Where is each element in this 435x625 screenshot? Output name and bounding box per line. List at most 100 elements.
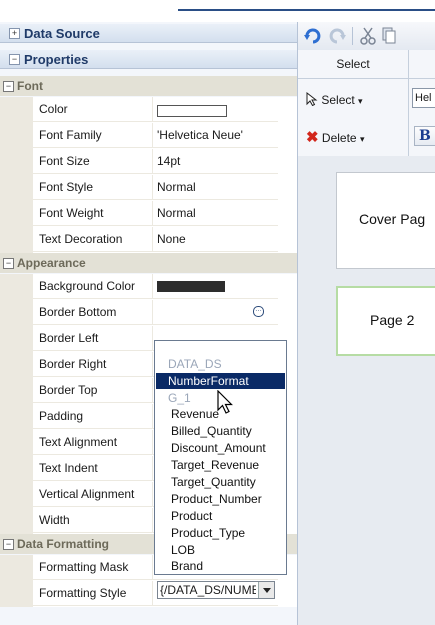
section-properties[interactable]: − Properties	[0, 50, 297, 69]
row-gutter	[0, 227, 33, 253]
prop-row-color[interactable]: Color	[0, 97, 297, 123]
prop-row-font-weight[interactable]: Font Weight Normal	[0, 201, 297, 227]
row-gutter	[0, 482, 33, 508]
expand-icon[interactable]: +	[9, 28, 20, 39]
prop-value[interactable]: None	[153, 227, 278, 252]
ribbon-tab-next[interactable]	[409, 50, 435, 79]
row-gutter	[0, 123, 33, 149]
collapse-icon[interactable]: −	[9, 54, 20, 65]
dropdown-item-selected[interactable]: NumberFormat	[156, 373, 285, 389]
collapse-icon[interactable]: −	[3, 539, 14, 550]
ribbon: Select Select ▾ ✖ Delete ▾ Hel B	[298, 50, 435, 157]
chevron-down-icon: ▾	[358, 96, 363, 106]
dropdown-item[interactable]: Billed_Quantity	[171, 424, 252, 438]
delete-button[interactable]: ✖ Delete ▾	[306, 128, 364, 146]
prop-name: Formatting Mask	[33, 555, 153, 580]
prop-value-color[interactable]	[153, 97, 278, 122]
row-gutter	[0, 430, 33, 456]
row-gutter	[0, 581, 33, 607]
select-button[interactable]: Select ▾	[306, 91, 363, 107]
page-thumb-label: Page 2	[370, 312, 415, 328]
prop-row-font-style[interactable]: Font Style Normal	[0, 175, 297, 201]
mouse-pointer-icon	[217, 390, 233, 414]
prop-name: Border Bottom	[33, 300, 153, 325]
top-divider	[178, 9, 435, 11]
dropdown-item[interactable]: Revenue	[171, 407, 219, 421]
prop-value[interactable]: Normal	[153, 175, 278, 200]
prop-name: Padding	[33, 404, 153, 429]
prop-name: Border Left	[33, 326, 153, 351]
row-gutter	[0, 352, 33, 378]
row-gutter	[0, 326, 33, 352]
color-swatch[interactable]	[157, 105, 227, 117]
dropdown-item[interactable]: Product_Type	[171, 526, 245, 540]
color-swatch[interactable]	[157, 281, 225, 292]
group-font-label: Font	[17, 79, 43, 93]
page-thumb-label: Cover Pag	[359, 211, 426, 227]
prop-name: Font Style	[33, 175, 153, 200]
dropdown-item[interactable]: Target_Revenue	[171, 458, 259, 472]
prop-row-border-bottom[interactable]: Border Bottom …	[0, 300, 297, 326]
group-data-formatting-label: Data Formatting	[17, 537, 110, 551]
prop-row-background-color[interactable]: Background Color	[0, 274, 297, 300]
prop-value[interactable]: 'Helvetica Neue'	[153, 123, 278, 148]
prop-name: Font Family	[33, 123, 153, 148]
top-strip	[0, 0, 435, 22]
prop-name: Border Right	[33, 352, 153, 377]
arrow-pointer-icon	[306, 91, 318, 107]
prop-value[interactable]: …	[153, 300, 278, 325]
dropdown-group-label: G_1	[168, 391, 191, 405]
collapse-icon[interactable]: −	[3, 81, 14, 92]
page-thumb-page2[interactable]: Page 2	[336, 286, 435, 356]
toolbar-separator	[352, 27, 353, 45]
row-gutter	[0, 456, 33, 482]
row-gutter	[0, 300, 33, 326]
collapse-icon[interactable]: −	[3, 258, 14, 269]
formatting-mask-combo[interactable]: {/DATA_DS/NUME	[157, 581, 275, 599]
bold-button[interactable]: B	[414, 126, 435, 146]
dropdown-item[interactable]: Discount_Amount	[171, 441, 266, 455]
field-dropdown-list[interactable]: DATA_DS NumberFormat G_1 Revenue Billed_…	[154, 340, 287, 575]
prop-name: Width	[33, 508, 153, 533]
cut-icon[interactable]	[360, 27, 376, 45]
prop-name: Text Indent	[33, 456, 153, 481]
delete-x-icon: ✖	[306, 129, 319, 146]
dropdown-item[interactable]: Product	[171, 509, 212, 523]
dropdown-group-label: DATA_DS	[168, 357, 222, 371]
undo-icon[interactable]	[304, 28, 322, 44]
font-name-combo[interactable]: Hel	[412, 88, 435, 108]
edit-border-icon[interactable]: …	[253, 306, 264, 317]
section-data-source[interactable]: + Data Source	[0, 24, 297, 43]
ribbon-separator	[408, 78, 409, 156]
row-gutter	[0, 508, 33, 534]
row-gutter	[0, 274, 33, 300]
prop-value-background[interactable]	[153, 274, 278, 299]
ribbon-tab-select[interactable]: Select	[298, 50, 409, 79]
group-font[interactable]: − Font	[0, 76, 297, 96]
row-gutter	[0, 378, 33, 404]
prop-row-font-family[interactable]: Font Family 'Helvetica Neue'	[0, 123, 297, 149]
page-thumb-cover[interactable]: Cover Pag	[336, 172, 435, 269]
prop-name: Background Color	[33, 274, 153, 299]
row-gutter	[0, 149, 33, 175]
prop-row-font-size[interactable]: Font Size 14pt	[0, 149, 297, 175]
prop-name: Font Size	[33, 149, 153, 174]
formatting-mask-value[interactable]: {/DATA_DS/NUME	[160, 583, 256, 597]
copy-icon[interactable]	[382, 27, 396, 45]
redo-icon[interactable]	[328, 28, 346, 44]
prop-value[interactable]: 14pt	[153, 149, 278, 174]
chevron-down-icon: ▾	[359, 134, 365, 144]
dropdown-item[interactable]: Target_Quantity	[171, 475, 256, 489]
prop-name: Formatting Style	[33, 581, 153, 606]
dropdown-item[interactable]: Product_Number	[171, 492, 262, 506]
dropdown-item[interactable]: Brand	[171, 559, 203, 573]
dropdown-arrow-icon[interactable]	[258, 582, 274, 598]
row-gutter	[0, 201, 33, 227]
group-appearance[interactable]: − Appearance	[0, 253, 297, 273]
prop-name: Font Weight	[33, 201, 153, 226]
prop-value[interactable]: Normal	[153, 201, 278, 226]
row-gutter	[0, 97, 33, 123]
prop-name: Vertical Alignment	[33, 482, 153, 507]
prop-row-text-decoration[interactable]: Text Decoration None	[0, 227, 297, 253]
dropdown-item[interactable]: LOB	[171, 543, 195, 557]
